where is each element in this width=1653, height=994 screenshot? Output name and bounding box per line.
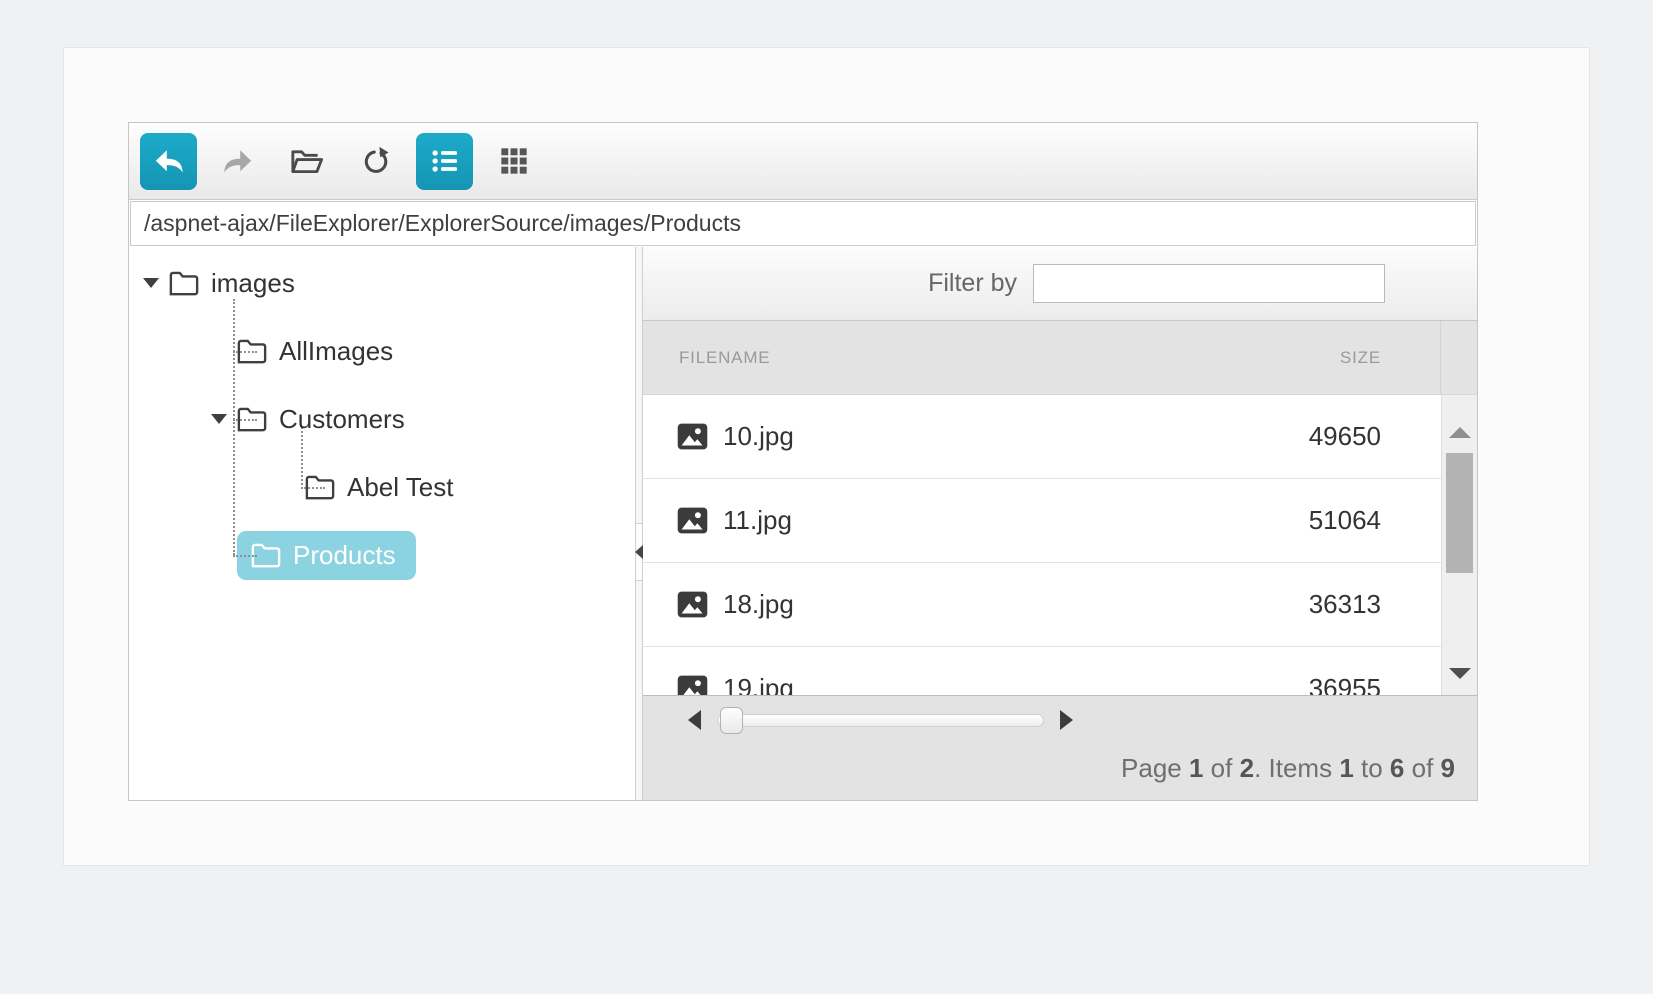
refresh-button[interactable] xyxy=(347,133,404,190)
scroll-down-arrow-icon[interactable] xyxy=(1449,668,1471,679)
file-size: 49650 xyxy=(1181,421,1381,452)
column-header-filename[interactable]: FILENAME xyxy=(679,348,1181,368)
file-name: 11.jpg xyxy=(723,505,1181,536)
splitter-collapse-handle[interactable] xyxy=(635,523,643,581)
file-name: 19.jpg xyxy=(723,673,1181,695)
image-file-icon xyxy=(677,675,708,695)
grid-view-icon xyxy=(497,145,531,177)
tree-node-label: Customers xyxy=(279,404,405,435)
file-row[interactable]: 18.jpg36313 xyxy=(643,563,1477,647)
collapse-arrow-icon[interactable] xyxy=(143,278,169,288)
tree-node-products[interactable]: Products xyxy=(129,521,635,589)
folder-icon xyxy=(251,543,281,568)
file-name: 10.jpg xyxy=(723,421,1181,452)
collapse-arrow-icon[interactable] xyxy=(211,414,237,424)
pager-text: of xyxy=(1404,753,1440,783)
grid-header: FILENAME SIZE xyxy=(643,321,1477,395)
tree-node-label: AllImages xyxy=(279,336,393,367)
vertical-scrollbar[interactable] xyxy=(1441,395,1477,695)
file-size: 36955 xyxy=(1181,673,1381,695)
open-folder-button[interactable] xyxy=(278,133,335,190)
grid-footer: Page 1 of 2. Items 1 to 6 of 9 xyxy=(643,695,1477,800)
file-rows: 10.jpg4965011.jpg5106418.jpg3631319.jpg3… xyxy=(643,395,1477,695)
pager-text: . Items xyxy=(1254,753,1339,783)
file-row[interactable]: 19.jpg36955 xyxy=(643,647,1477,695)
demo-card: images AllImages Customers Abel Test Product… xyxy=(63,47,1590,866)
pager-status: Page 1 of 2. Items 1 to 6 of 9 xyxy=(1121,753,1455,784)
tree-node-abel-test[interactable]: Abel Test xyxy=(129,453,635,521)
pager-text: of xyxy=(1203,753,1239,783)
tree-node-label: images xyxy=(211,268,295,299)
open-folder-icon xyxy=(290,145,324,177)
vertical-scroll-thumb[interactable] xyxy=(1446,453,1473,573)
pane-splitter[interactable] xyxy=(635,247,643,800)
forward-button[interactable] xyxy=(209,133,266,190)
file-name: 18.jpg xyxy=(723,589,1181,620)
folder-icon xyxy=(305,475,335,500)
image-file-icon xyxy=(677,507,708,534)
horizontal-scrollbar xyxy=(688,710,1073,730)
pager-number: 9 xyxy=(1441,753,1455,783)
pager-number: 6 xyxy=(1390,753,1404,783)
folder-icon xyxy=(169,271,199,296)
file-size: 51064 xyxy=(1181,505,1381,536)
file-row[interactable]: 10.jpg49650 xyxy=(643,395,1477,479)
tree-node-label: Products xyxy=(293,540,396,571)
pager-number: 1 xyxy=(1339,753,1353,783)
filter-label: Filter by xyxy=(928,269,1017,298)
address-input[interactable] xyxy=(130,201,1476,246)
folder-icon xyxy=(237,407,267,432)
list-view-button[interactable] xyxy=(416,133,473,190)
column-header-size[interactable]: SIZE xyxy=(1181,348,1381,368)
explorer-toolbar xyxy=(129,123,1477,200)
file-list: 10.jpg4965011.jpg5106418.jpg3631319.jpg3… xyxy=(643,395,1477,695)
back-arrow-icon xyxy=(152,145,186,177)
refresh-icon xyxy=(359,145,393,177)
folder-icon xyxy=(237,339,267,364)
file-size: 36313 xyxy=(1181,589,1381,620)
file-row[interactable]: 11.jpg51064 xyxy=(643,479,1477,563)
tree-node-label: Abel Test xyxy=(347,472,453,503)
explorer-content: images AllImages Customers Abel Test Product… xyxy=(129,247,1477,800)
tree-node-allimages[interactable]: AllImages xyxy=(129,317,635,385)
tree-node-images[interactable]: images xyxy=(129,249,635,317)
back-button[interactable] xyxy=(140,133,197,190)
file-explorer: images AllImages Customers Abel Test Product… xyxy=(128,122,1478,801)
scroll-left-arrow-icon[interactable] xyxy=(688,710,701,730)
folder-tree: images AllImages Customers Abel Test Product… xyxy=(129,247,635,800)
file-grid-pane: Filter by FILENAME SIZE 10.jpg4965011.jp… xyxy=(643,247,1477,800)
pager-text: Page xyxy=(1121,753,1189,783)
filter-bar: Filter by xyxy=(643,247,1477,321)
pager-text: to xyxy=(1354,753,1390,783)
image-file-icon xyxy=(677,591,708,618)
horizontal-scroll-track[interactable] xyxy=(717,714,1044,727)
horizontal-scroll-thumb[interactable] xyxy=(720,707,743,734)
image-file-icon xyxy=(677,423,708,450)
grid-view-button[interactable] xyxy=(485,133,542,190)
forward-arrow-icon xyxy=(221,145,255,177)
pager-number: 2 xyxy=(1240,753,1254,783)
list-view-icon xyxy=(428,145,462,177)
scroll-right-arrow-icon[interactable] xyxy=(1060,710,1073,730)
filter-input[interactable] xyxy=(1033,264,1385,303)
address-bar xyxy=(129,200,1477,247)
selected-node-highlight: Products xyxy=(237,531,416,580)
scroll-up-arrow-icon[interactable] xyxy=(1449,427,1471,438)
tree-node-customers[interactable]: Customers xyxy=(129,385,635,453)
header-separator xyxy=(1440,321,1441,394)
pager-number: 1 xyxy=(1189,753,1203,783)
